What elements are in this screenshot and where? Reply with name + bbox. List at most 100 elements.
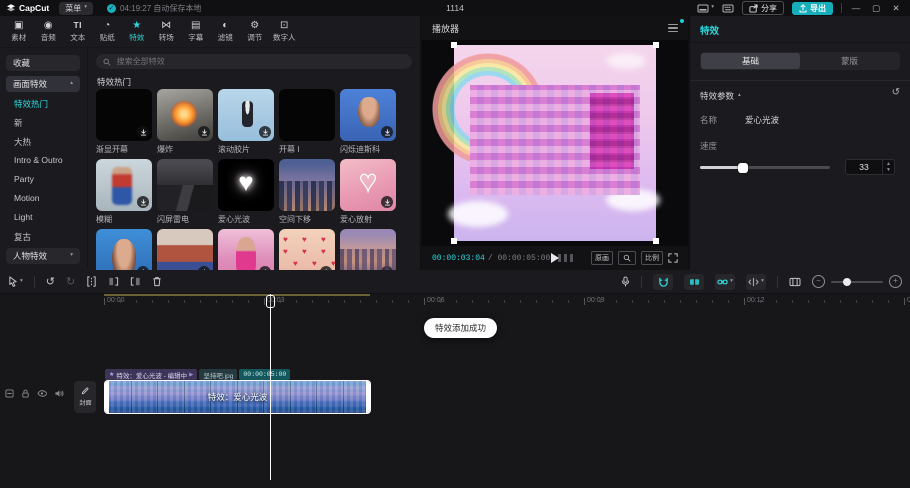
effect-thumbnail[interactable] xyxy=(279,229,335,270)
sidebar-item-favorites[interactable]: 收藏 xyxy=(6,55,80,71)
tab-avatar[interactable]: ⊡ 数字人 xyxy=(270,17,300,47)
effect-item[interactable]: ♥ 爱心放射 xyxy=(340,159,396,223)
ratio-button[interactable]: 比例 xyxy=(641,251,663,265)
effect-thumbnail[interactable] xyxy=(218,229,274,270)
effect-item[interactable]: ♥ 爱心光波 xyxy=(218,159,274,223)
mute-track-icon[interactable] xyxy=(54,389,64,398)
sidebar-category-item[interactable]: 新 xyxy=(14,117,63,136)
effect-item[interactable]: 爆炸 xyxy=(157,89,213,153)
slider-thumb[interactable] xyxy=(738,163,748,173)
tab-effects[interactable]: ★ 特效 xyxy=(122,17,152,47)
sidebar-group-video-effects[interactable]: 画面特效▴ xyxy=(6,76,80,92)
effect-item[interactable]: 渐显开幕 xyxy=(96,89,152,153)
effect-thumbnail[interactable] xyxy=(157,159,213,211)
sidebar-group-character-effects[interactable]: 人物特效▾ xyxy=(6,248,80,264)
transform-handle-bottom-right[interactable] xyxy=(653,238,659,244)
effect-thumbnail[interactable] xyxy=(279,89,335,141)
video-preview[interactable] xyxy=(454,45,656,241)
tab-adjust[interactable]: ⚙ 调节 xyxy=(240,17,270,47)
reset-button[interactable]: ↺ xyxy=(892,88,900,98)
share-button[interactable]: 分享 xyxy=(742,1,784,15)
search-input[interactable] xyxy=(115,56,405,67)
minimize-button[interactable]: — xyxy=(850,3,862,13)
sidebar-category-item[interactable]: 大热 xyxy=(14,136,63,155)
hide-track-icon[interactable] xyxy=(37,389,47,398)
undo-button[interactable]: ↺ xyxy=(46,275,55,288)
effect-thumbnail[interactable] xyxy=(218,89,274,141)
effect-item[interactable]: 开幕 I xyxy=(279,89,335,153)
effect-item[interactable] xyxy=(279,229,335,270)
effect-item[interactable]: 模糊 xyxy=(96,159,152,223)
auto-snap-toggle[interactable] xyxy=(684,274,704,290)
tab-mask[interactable]: 蒙版 xyxy=(800,53,899,69)
effect-item[interactable] xyxy=(218,229,274,270)
timeline-zoom-slider[interactable] xyxy=(831,281,883,283)
playhead-handle[interactable] xyxy=(266,295,275,308)
effect-item[interactable]: 闪屏雷电 xyxy=(157,159,213,223)
delete-button[interactable] xyxy=(152,276,162,287)
sidebar-category-item[interactable]: Party xyxy=(14,174,63,193)
layout-switch-button[interactable]: ▾ xyxy=(697,4,714,13)
effect-thumbnail[interactable] xyxy=(96,229,152,270)
select-tool-button[interactable]: ▾ xyxy=(8,276,23,287)
effect-item[interactable]: 滚动胶片 xyxy=(218,89,274,153)
delete-right-button[interactable] xyxy=(130,276,141,287)
export-button[interactable]: 导出 xyxy=(792,2,833,15)
shortcut-keys-button[interactable] xyxy=(722,4,734,13)
effect-item[interactable] xyxy=(157,229,213,270)
transform-handle-top-left[interactable] xyxy=(451,42,457,48)
sidebar-category-item[interactable]: Motion xyxy=(14,193,63,212)
sidebar-category-active[interactable]: 特效热门 xyxy=(14,98,63,117)
tab-sticker[interactable]: ◔ 贴纸 xyxy=(93,17,123,47)
tab-audio[interactable]: ◉ 音频 xyxy=(34,17,64,47)
record-voiceover-button[interactable] xyxy=(621,276,630,287)
value-stepper[interactable]: ▲▼ xyxy=(882,160,894,174)
speed-value-box[interactable]: 33 ▲▼ xyxy=(845,159,895,175)
tab-transition[interactable]: ⋈ 转场 xyxy=(152,17,182,47)
preview-axis-toggle[interactable]: ▾ xyxy=(746,274,766,290)
tab-media[interactable]: ▣ 素材 xyxy=(4,17,34,47)
linked-selection-toggle[interactable]: ▾ xyxy=(715,274,735,290)
delete-left-button[interactable] xyxy=(108,276,119,287)
sidebar-category-item[interactable]: Intro & Outro xyxy=(14,155,63,174)
clip-trim-handle-right[interactable] xyxy=(366,381,370,413)
main-track-magnet-toggle[interactable] xyxy=(653,274,673,290)
player-menu-button[interactable] xyxy=(668,24,678,33)
speed-slider[interactable] xyxy=(700,166,830,169)
zoom-in-button[interactable]: + xyxy=(889,275,902,288)
zoom-fit-button[interactable] xyxy=(618,251,636,265)
tab-captions[interactable]: ▤ 字幕 xyxy=(181,17,211,47)
zoom-slider-thumb[interactable] xyxy=(843,278,851,286)
effect-thumbnail[interactable] xyxy=(279,159,335,211)
effect-thumbnail[interactable] xyxy=(157,229,213,270)
transform-handle-top-right[interactable] xyxy=(653,42,659,48)
fullscreen-button[interactable] xyxy=(668,253,678,263)
timeline-view-button[interactable] xyxy=(789,277,801,287)
effect-thumbnail[interactable] xyxy=(340,89,396,141)
effect-thumbnail[interactable]: ♥ xyxy=(340,159,396,211)
effect-params-header[interactable]: 特效参数▴ xyxy=(700,90,741,102)
tab-basic[interactable]: 基础 xyxy=(701,53,800,69)
quality-button[interactable]: 原画 xyxy=(591,251,613,265)
effect-item[interactable] xyxy=(96,229,152,270)
effect-thumbnail[interactable] xyxy=(157,89,213,141)
edit-cover-button[interactable]: 封面 xyxy=(74,381,96,413)
effect-thumbnail[interactable] xyxy=(96,89,152,141)
sidebar-category-item[interactable]: Light xyxy=(14,212,63,231)
video-clip[interactable]: 特效：爱心光波 xyxy=(104,380,371,414)
effect-clip-chip[interactable]: ★ 特效：爱心光波 - 编辑中 ▶ xyxy=(105,369,197,380)
maximize-button[interactable]: ▢ xyxy=(870,3,882,14)
effect-item[interactable]: 空间下移 xyxy=(279,159,335,223)
timeline-ruler[interactable]: 00:0000:0300:0600:0900:1200:15 xyxy=(0,294,910,310)
redo-button[interactable]: ↻ xyxy=(66,275,75,288)
play-button[interactable] xyxy=(551,253,559,263)
search-bar[interactable] xyxy=(96,54,412,69)
frame-preview-icon[interactable] xyxy=(558,254,573,262)
effect-thumbnail[interactable] xyxy=(340,229,396,270)
close-button[interactable]: ✕ xyxy=(890,3,902,14)
effect-item[interactable]: 闪烁迪斯科 xyxy=(340,89,396,153)
effect-thumbnail[interactable]: ♥ xyxy=(218,159,274,211)
menu-button[interactable]: 菜单▾ xyxy=(59,2,93,15)
zoom-out-button[interactable]: − xyxy=(812,275,825,288)
split-button[interactable] xyxy=(86,276,97,287)
